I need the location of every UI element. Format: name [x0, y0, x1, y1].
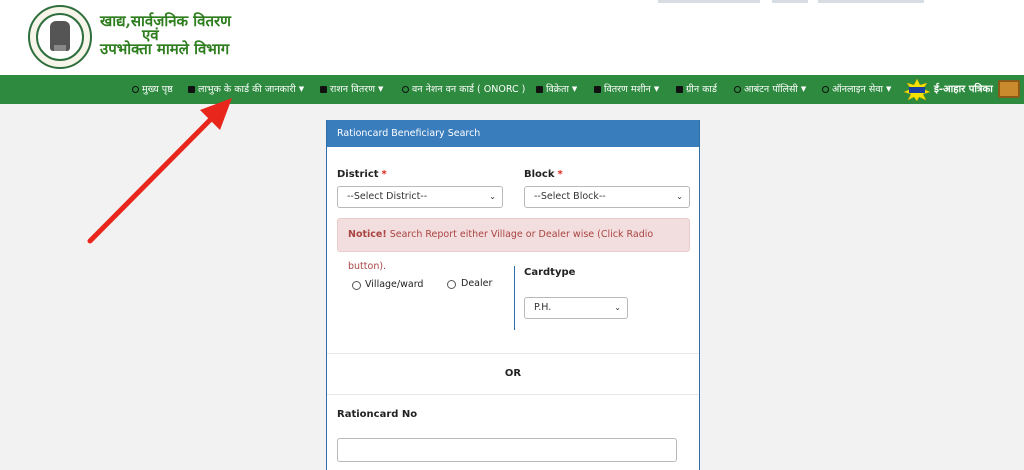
caret-down-icon: ▼ [571, 85, 578, 93]
nav-item-e-ahar-patrika[interactable]: ई-आहार पत्रिका [934, 75, 993, 104]
block-label: Block * [524, 169, 563, 180]
notice-alert: Notice! Search Report either Village or … [337, 218, 690, 272]
shuffle-icon [676, 86, 683, 93]
block-select[interactable]: --Select Block-- ⌄ [524, 186, 690, 208]
caret-down-icon: ▼ [800, 85, 807, 93]
rationcard-search-panel: Rationcard Beneficiary Search District * … [326, 120, 700, 470]
nav-item-dealer[interactable]: विक्रेता ▼ [536, 75, 577, 104]
caret-down-icon: ▼ [886, 85, 892, 93]
clock-icon [132, 86, 139, 93]
user-icon [320, 86, 327, 93]
top-tab-strip [658, 0, 760, 3]
dept-line-1: खाद्य,सार्वजनिक वितरण [100, 12, 232, 30]
cardtype-select[interactable]: P.H. ⌄ [524, 297, 628, 319]
main-navbar: मुख्य पृष्ठ लाभुक के कार्ड की जानकारी ▼ … [0, 75, 1024, 104]
divider [514, 266, 515, 330]
dept-line-3: उपभोक्ता मामले विभाग [100, 40, 230, 58]
rationcard-no-input[interactable] [337, 438, 677, 462]
nav-item-online-services[interactable]: ऑनलाइन सेवा ▼ [822, 75, 891, 104]
caret-down-icon: ▼ [298, 85, 305, 93]
book-icon[interactable] [998, 80, 1020, 98]
department-name: खाद्य,सार्वजनिक वितरण एवं उपभोक्ता मामले… [100, 12, 232, 58]
chevron-down-icon: ⌄ [489, 192, 496, 201]
top-tab-strip [818, 0, 924, 3]
chevron-down-icon: ⌄ [676, 192, 683, 201]
divider [327, 394, 699, 395]
site-header: खाद्य,सार्वजनिक वितरण एवं उपभोक्ता मामले… [0, 0, 1024, 75]
top-tab-strip [772, 0, 808, 3]
nav-item-onorc[interactable]: वन नेशन वन कार्ड ( ONORC ) [402, 75, 525, 104]
divider [327, 353, 699, 354]
cardtype-label: Cardtype [524, 267, 576, 278]
new-badge-icon [904, 79, 930, 101]
circle-icon [402, 86, 409, 93]
department-logo[interactable] [28, 5, 92, 69]
policy-icon [734, 86, 741, 93]
caret-down-icon: ▼ [378, 85, 384, 93]
rationcard-no-label: Rationcard No [337, 409, 418, 420]
nav-item-distribution-machine[interactable]: वितरण मशीन ▼ [594, 75, 659, 104]
caret-down-icon: ▼ [653, 85, 660, 93]
panel-title: Rationcard Beneficiary Search [327, 120, 699, 147]
nav-item-beneficiary-card-info[interactable]: लाभुक के कार्ड की जानकारी ▼ [188, 75, 304, 104]
village-radio-label: Village/ward [365, 279, 424, 290]
user-icon [536, 86, 543, 93]
card-icon [188, 86, 195, 93]
globe-icon [822, 86, 829, 93]
nav-item-home[interactable]: मुख्य पृष्ठ [132, 75, 173, 104]
district-label: District * [337, 169, 387, 180]
village-radio[interactable] [352, 281, 361, 290]
dealer-radio[interactable] [447, 280, 456, 289]
dealer-radio-label: Dealer [461, 278, 493, 289]
nav-item-green-card[interactable]: ग्रीन कार्ड [676, 75, 717, 104]
district-select[interactable]: --Select District-- ⌄ [337, 186, 503, 208]
or-separator: OR [504, 368, 522, 379]
chevron-down-icon: ⌄ [614, 303, 621, 312]
nav-item-allocation-policy[interactable]: आबंटन पॉलिसी ▼ [734, 75, 806, 104]
machine-icon [594, 86, 601, 93]
nav-item-ration-distribution[interactable]: राशन वितरण ▼ [320, 75, 383, 104]
